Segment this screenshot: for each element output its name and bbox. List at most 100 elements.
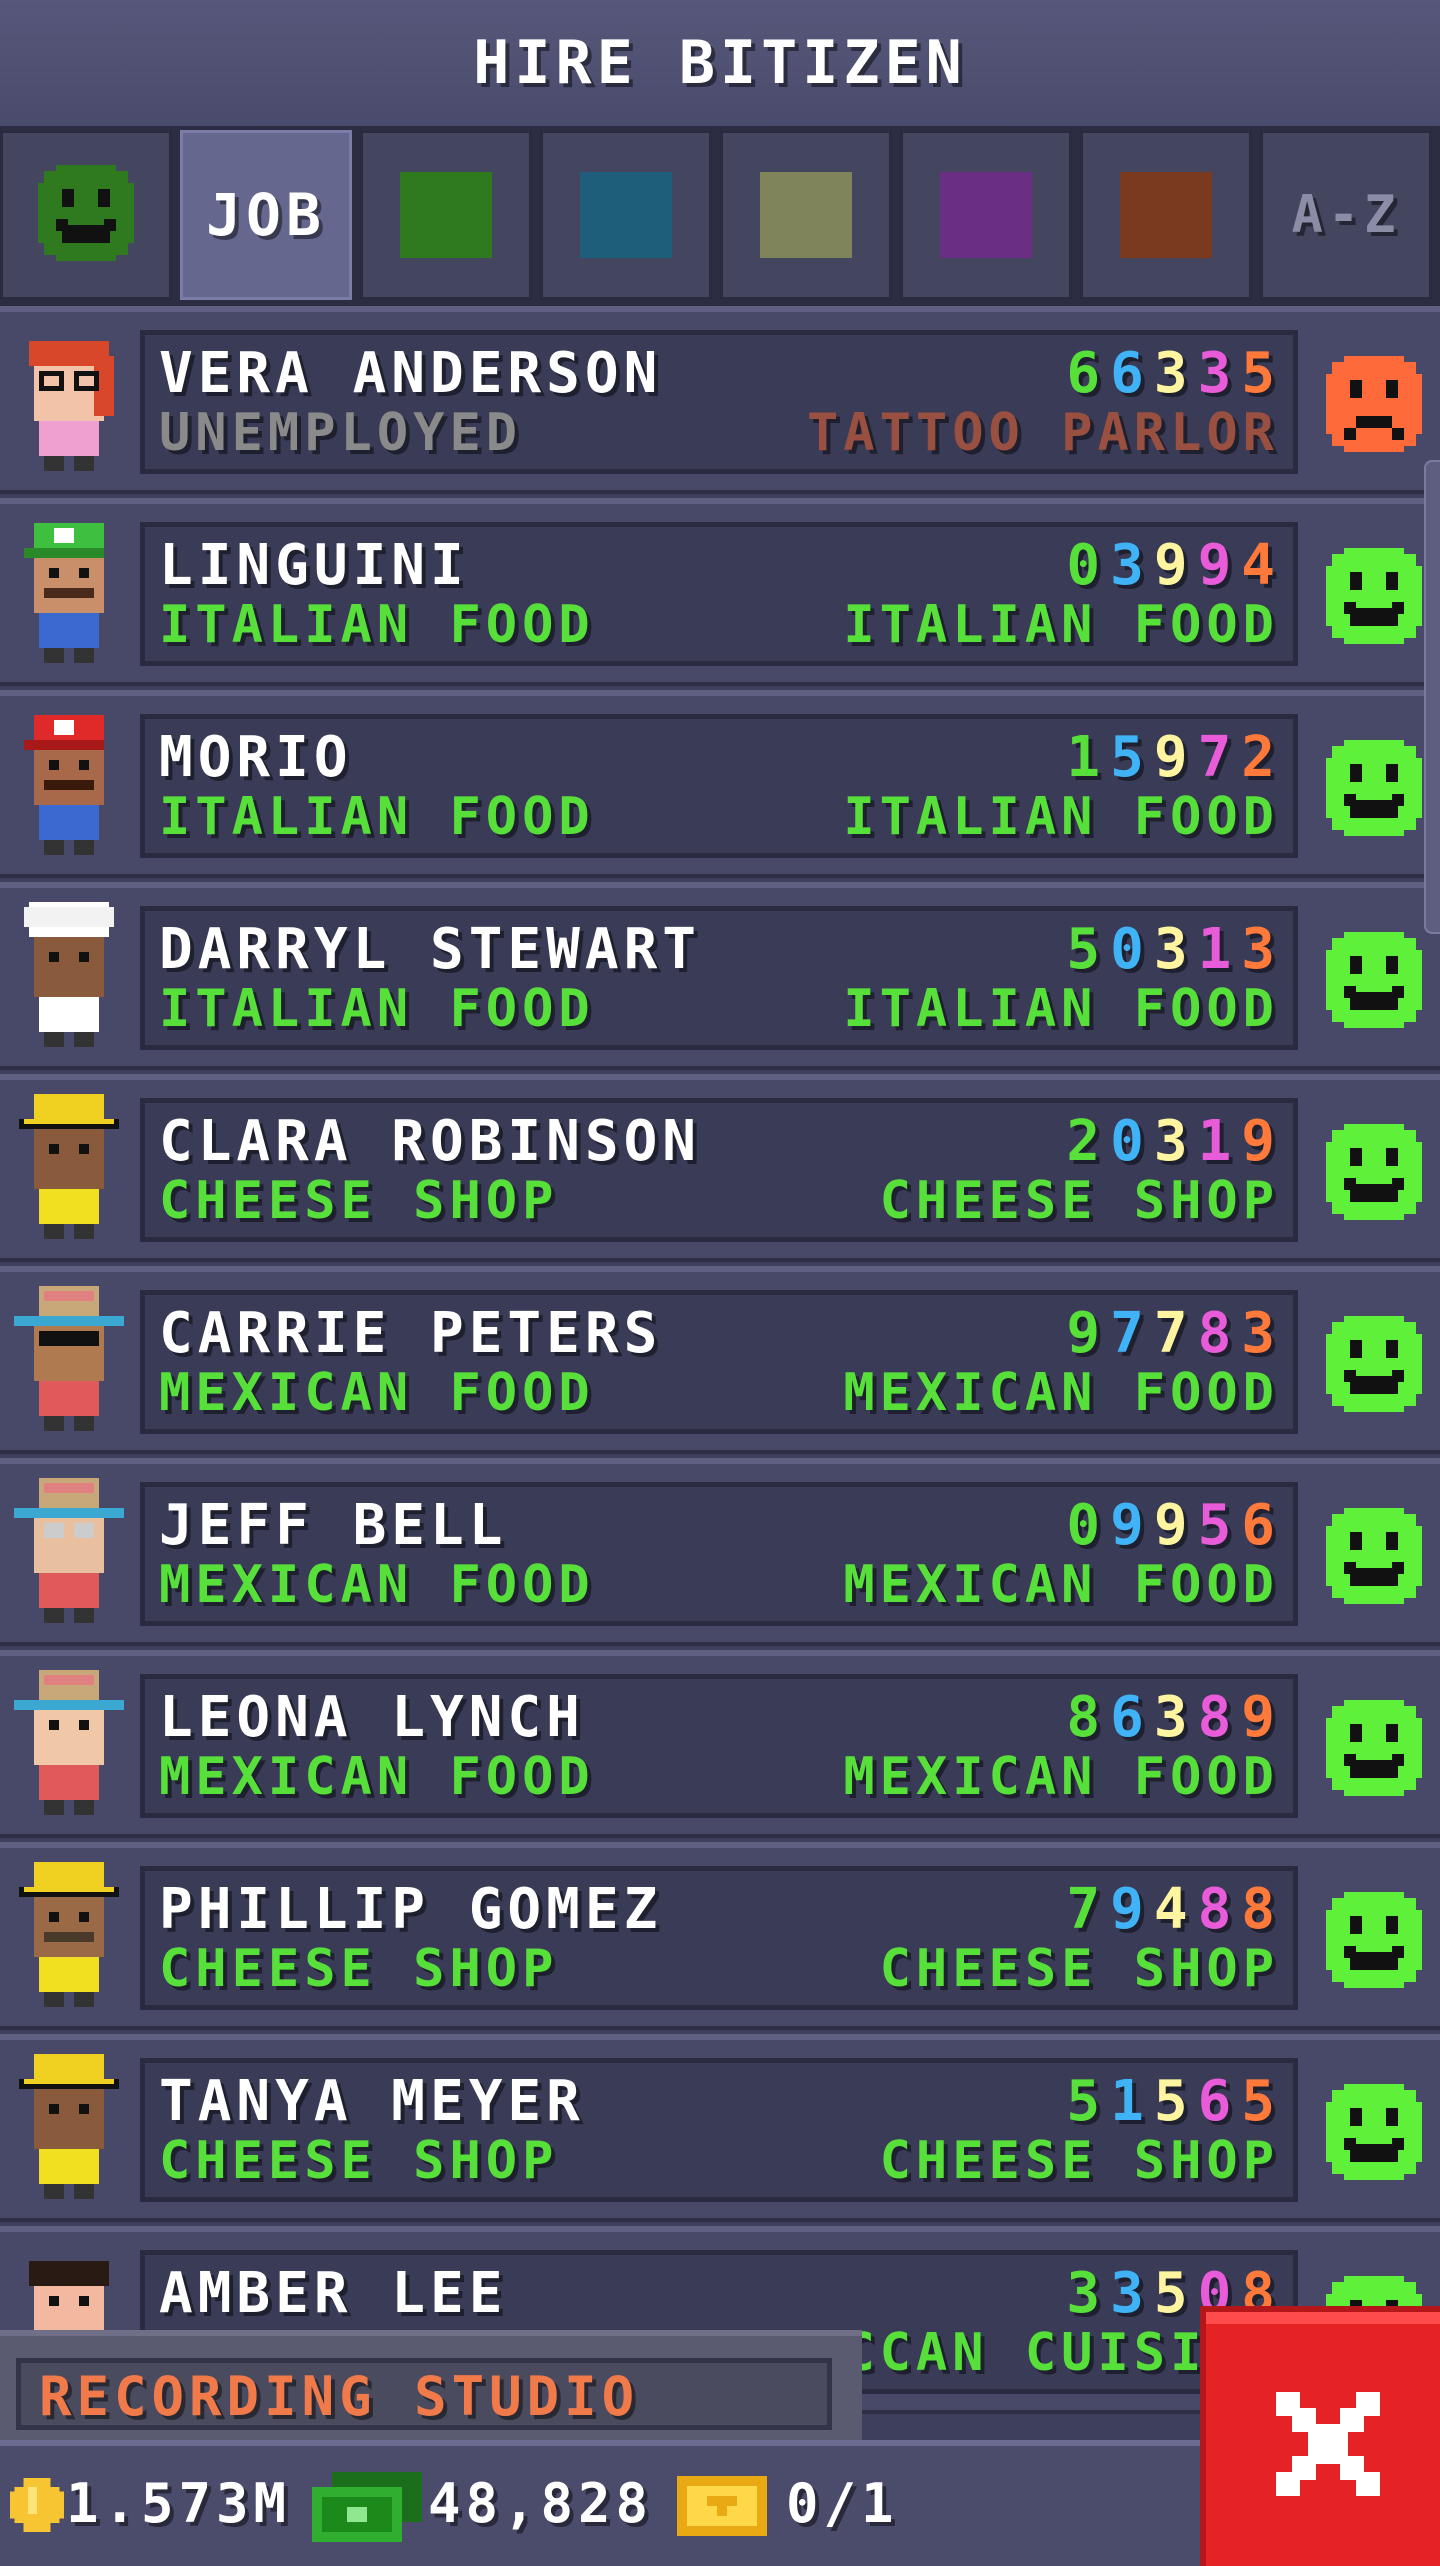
skill-ratings: 51565 [1066,2069,1285,2134]
coin-icon [10,2478,64,2532]
tab-food[interactable] [360,130,532,300]
skill-digit: 5 [1110,725,1154,790]
tab-recreation[interactable] [720,130,892,300]
tab-creative[interactable] [1080,130,1252,300]
bitizen-name: VERA ANDERSON [159,341,663,406]
skill-digit: 8 [1241,1877,1285,1942]
filter-tabs: JOB A-Z [0,126,1440,306]
header: HIRE BITIZEN [0,0,1440,130]
dream-job: TATTOO PARLOR [807,403,1279,463]
dream-job: ITALIAN FOOD [843,979,1279,1039]
skill-ratings: 50313 [1066,917,1285,982]
bitizen-card: VERA ANDERSON 66335 UNEMPLOYED TATTOO PARLO… [140,330,1298,474]
skill-digit: 6 [1197,2069,1242,2134]
bitizen-name: LEONA LYNCH [159,1685,585,1750]
current-job: CHEESE SHOP [159,2131,559,2191]
skill-digit: 9 [1241,1685,1285,1750]
page-title: HIRE BITIZEN [473,28,967,98]
bitizen-card: LINGUINI 03994 ITALIAN FOOD ITALIAN FOOD [140,522,1298,666]
bitizen-row[interactable]: VERA ANDERSON 66335 UNEMPLOYED TATTOO PARLO… [0,306,1440,494]
skill-digit: 4 [1153,1877,1198,1942]
skill-digit: 5 [1066,917,1111,982]
skill-digit: 9 [1153,1493,1198,1558]
skill-digit: 0 [1110,917,1154,982]
bitizen-row[interactable]: CLARA ROBINSON 20319 CHEESE SHOP CHEESE SHO… [0,1074,1440,1262]
skill-digit: 9 [1066,1301,1111,1366]
skill-digit: 9 [1241,1109,1285,1174]
skill-digit: 2 [1066,1109,1111,1174]
tab-job[interactable]: JOB [180,130,352,300]
tab-food-swatch [400,172,492,258]
dream-job: CHEESE SHOP [879,2131,1279,2191]
bitizen-card: CLARA ROBINSON 20319 CHEESE SHOP CHEESE SHO… [140,1098,1298,1242]
selected-building-box: RECORDING STUDIO [16,2358,832,2430]
skill-digit: 5 [1197,1493,1242,1558]
happy-face-icon [1326,2084,1422,2180]
bitizen-card: DARRYL STEWART 50313 ITALIAN FOOD ITALIAN F… [140,906,1298,1050]
skill-digit: 8 [1066,1685,1111,1750]
happy-face-icon [1326,1124,1422,1220]
skill-digit: 8 [1197,1685,1242,1750]
bitizen-avatar [14,1286,124,1436]
dream-job: ITALIAN FOOD [843,595,1279,655]
bitizen-name: JEFF BELL [159,1493,508,1558]
bitizen-avatar [14,710,124,860]
skill-digit: 9 [1153,533,1198,598]
tab-retail[interactable] [900,130,1072,300]
bitizen-card: JEFF BELL 09956 MEXICAN FOOD MEXICAN FOOD [140,1482,1298,1626]
skill-digit: 3 [1153,341,1198,406]
current-job: ITALIAN FOOD [159,787,595,847]
skill-digit: 5 [1241,2069,1285,2134]
scrollbar[interactable] [1424,460,1440,934]
bitizen-row[interactable]: LINGUINI 03994 ITALIAN FOOD ITALIAN FOOD [0,498,1440,686]
current-job: UNEMPLOYED [159,403,523,463]
green-smiley-icon [38,165,134,265]
happy-face-icon [1326,1508,1422,1604]
skill-digit: 1 [1110,2069,1154,2134]
dream-job: MEXICAN FOOD [843,1555,1279,1615]
skill-digit: 3 [1153,1109,1198,1174]
skill-digit: 3 [1153,1685,1198,1750]
skill-digit: 0 [1066,533,1111,598]
bitizen-card: TANYA MEYER 51565 CHEESE SHOP CHEESE SHOP [140,2058,1298,2202]
bitizen-name: AMBER LEE [159,2261,508,2326]
bitizen-row[interactable]: DARRYL STEWART 50313 ITALIAN FOOD ITALIAN F… [0,882,1440,1070]
skill-ratings: 66335 [1066,341,1285,406]
tab-service[interactable] [540,130,712,300]
bitizen-row[interactable]: MORIO 15972 ITALIAN FOOD ITALIAN FOOD [0,690,1440,878]
current-job: CHEESE SHOP [159,1939,559,1999]
bitizen-row[interactable]: TANYA MEYER 51565 CHEESE SHOP CHEESE SHOP [0,2034,1440,2222]
bitizen-row[interactable]: JEFF BELL 09956 MEXICAN FOOD MEXICAN FOOD [0,1458,1440,1646]
ticket-count: 0/1 [786,2472,899,2535]
skill-digit: 6 [1066,341,1111,406]
skill-digit: 1 [1197,1109,1242,1174]
skill-digit: 3 [1110,2261,1154,2326]
bitizen-name: PHILLIP GOMEZ [159,1877,663,1942]
tab-az[interactable]: A-Z [1260,130,1432,300]
bitizen-name: TANYA MEYER [159,2069,585,2134]
close-button[interactable] [1200,2306,1440,2566]
skill-digit: 0 [1066,1493,1111,1558]
bitizen-row[interactable]: PHILLIP GOMEZ 79488 CHEESE SHOP CHEESE SHOP [0,1842,1440,2030]
bitizen-avatar [14,1670,124,1820]
skill-digit: 0 [1110,1109,1154,1174]
skill-digit: 6 [1110,1685,1154,1750]
tab-mood[interactable] [0,130,172,300]
skill-digit: 2 [1241,725,1285,790]
tab-service-swatch [580,172,672,258]
happy-face-icon [1326,1892,1422,1988]
selected-building-panel: RECORDING STUDIO [0,2330,862,2446]
selected-building-label: RECORDING STUDIO [39,2365,640,2428]
bitizen-card: CARRIE PETERS 97783 MEXICAN FOOD MEXICAN FO… [140,1290,1298,1434]
bitizen-name: MORIO [159,725,353,790]
tab-recreation-swatch [760,172,852,258]
skill-digit: 4 [1241,533,1285,598]
tab-creative-swatch [1120,172,1212,258]
unhappy-face-icon [1326,356,1422,452]
skill-digit: 3 [1110,533,1154,598]
skill-ratings: 79488 [1066,1877,1285,1942]
bitizen-row[interactable]: LEONA LYNCH 86389 MEXICAN FOOD MEXICAN FOOD [0,1650,1440,1838]
skill-digit: 6 [1241,1493,1285,1558]
bitizen-row[interactable]: CARRIE PETERS 97783 MEXICAN FOOD MEXICAN FO… [0,1266,1440,1454]
dream-job: CHEESE SHOP [879,1939,1279,1999]
